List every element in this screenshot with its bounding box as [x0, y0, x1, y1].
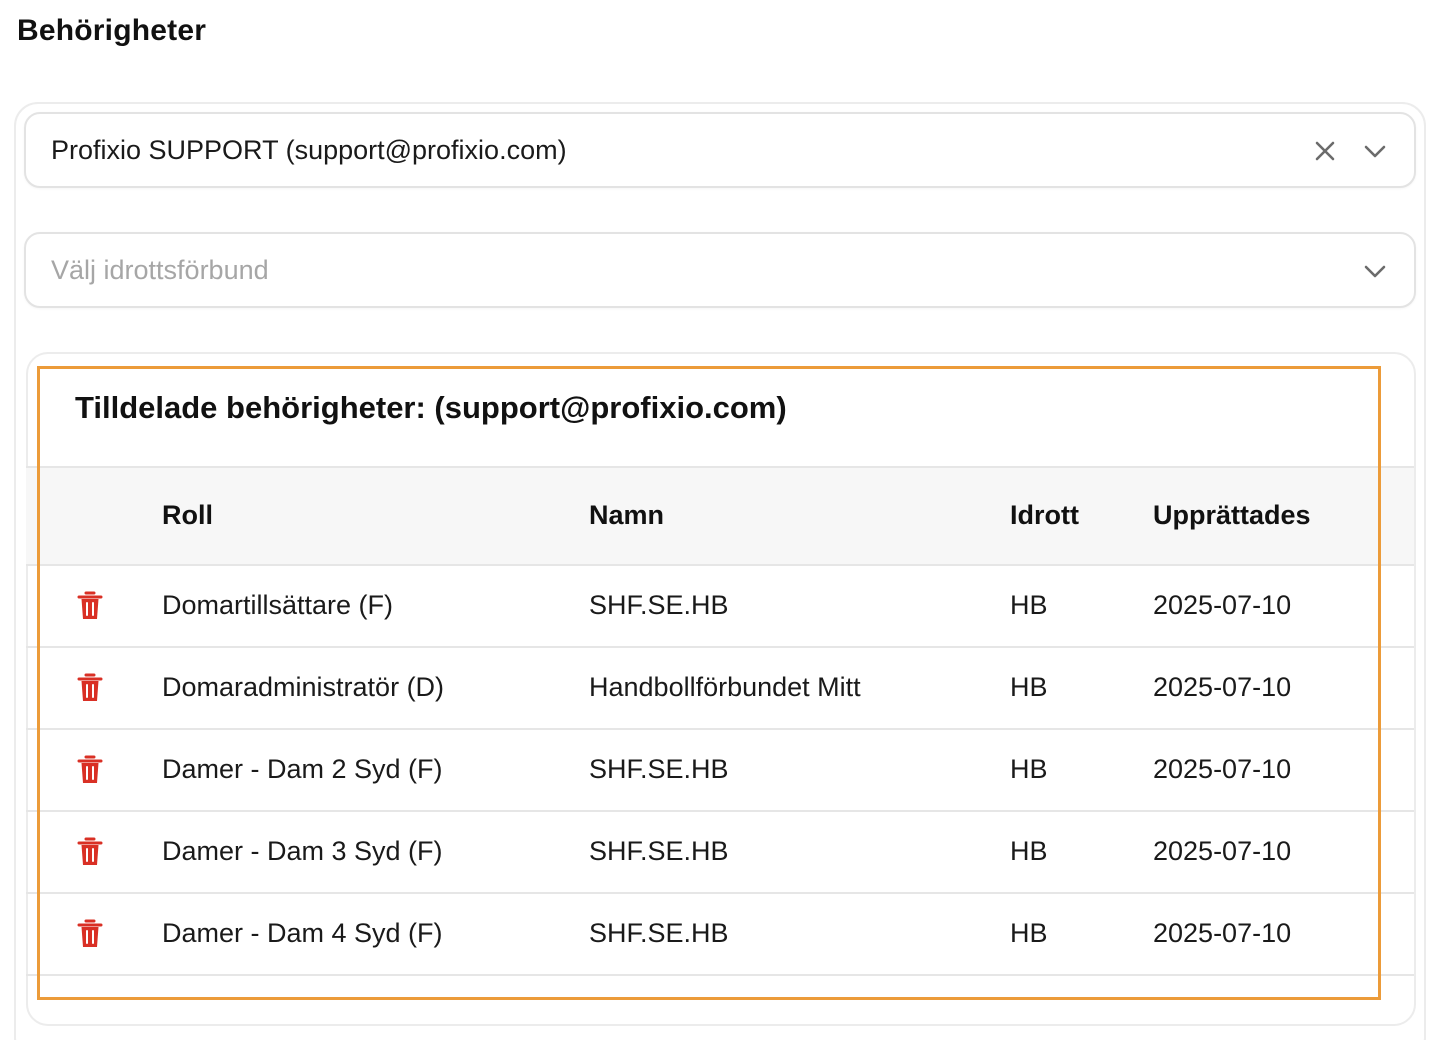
cell-idrott: HB — [1010, 918, 1048, 948]
cell-roll: Damer - Dam 2 Syd (F) — [162, 754, 443, 784]
table-row: Domaradministratör (D) Handbollförbundet… — [26, 648, 1414, 730]
cell-roll: Domartillsättare (F) — [162, 590, 394, 620]
close-icon[interactable] — [1310, 136, 1340, 166]
trash-icon[interactable] — [76, 590, 104, 622]
cell-namn: SHF.SE.HB — [589, 836, 729, 866]
cell-namn: SHF.SE.HB — [589, 918, 729, 948]
cell-idrott: HB — [1010, 836, 1048, 866]
trash-icon[interactable] — [76, 836, 104, 868]
cell-namn: SHF.SE.HB — [589, 590, 729, 620]
cell-date: 2025-07-10 — [1153, 754, 1292, 784]
column-header-namn: Namn — [589, 500, 665, 530]
cell-namn: SHF.SE.HB — [589, 754, 729, 784]
table-row: Damer - Dam 4 Syd (F) SHF.SE.HB HB 2025-… — [26, 894, 1414, 976]
user-select-value: Profixio SUPPORT (support@profixio.com) — [51, 134, 567, 165]
cell-date: 2025-07-10 — [1153, 590, 1292, 620]
trash-icon[interactable] — [76, 754, 104, 786]
page-title: Behörigheter — [17, 14, 207, 47]
federation-select[interactable]: Välj idrottsförbund — [24, 232, 1416, 308]
cell-idrott: HB — [1010, 672, 1048, 702]
cell-idrott: HB — [1010, 590, 1048, 620]
trash-icon[interactable] — [76, 672, 104, 704]
column-header-date: Upprättades — [1153, 500, 1311, 530]
cell-date: 2025-07-10 — [1153, 918, 1292, 948]
column-header-idrott: Idrott — [1010, 500, 1079, 530]
user-select[interactable]: Profixio SUPPORT (support@profixio.com) — [24, 112, 1416, 188]
cell-date: 2025-07-10 — [1153, 672, 1292, 702]
table-row: Domartillsättare (F) SHF.SE.HB HB 2025-0… — [26, 566, 1414, 648]
trash-icon[interactable] — [76, 918, 104, 950]
cell-idrott: HB — [1010, 754, 1048, 784]
cell-roll: Damer - Dam 3 Syd (F) — [162, 836, 443, 866]
cell-roll: Domaradministratör (D) — [162, 672, 445, 702]
column-header-roll: Roll — [162, 500, 213, 530]
federation-select-placeholder: Välj idrottsförbund — [51, 254, 269, 285]
cell-date: 2025-07-10 — [1153, 836, 1292, 866]
cell-roll: Damer - Dam 4 Syd (F) — [162, 918, 443, 948]
chevron-down-icon[interactable] — [1360, 256, 1390, 286]
assigned-permissions-title: Tilldelade behörigheter: (support@profix… — [75, 390, 787, 425]
table-row: Damer - Dam 2 Syd (F) SHF.SE.HB HB 2025-… — [26, 730, 1414, 812]
chevron-down-icon[interactable] — [1360, 136, 1390, 166]
cell-namn: Handbollförbundet Mitt — [589, 672, 861, 702]
table-row: Damer - Dam 3 Syd (F) SHF.SE.HB HB 2025-… — [26, 812, 1414, 894]
